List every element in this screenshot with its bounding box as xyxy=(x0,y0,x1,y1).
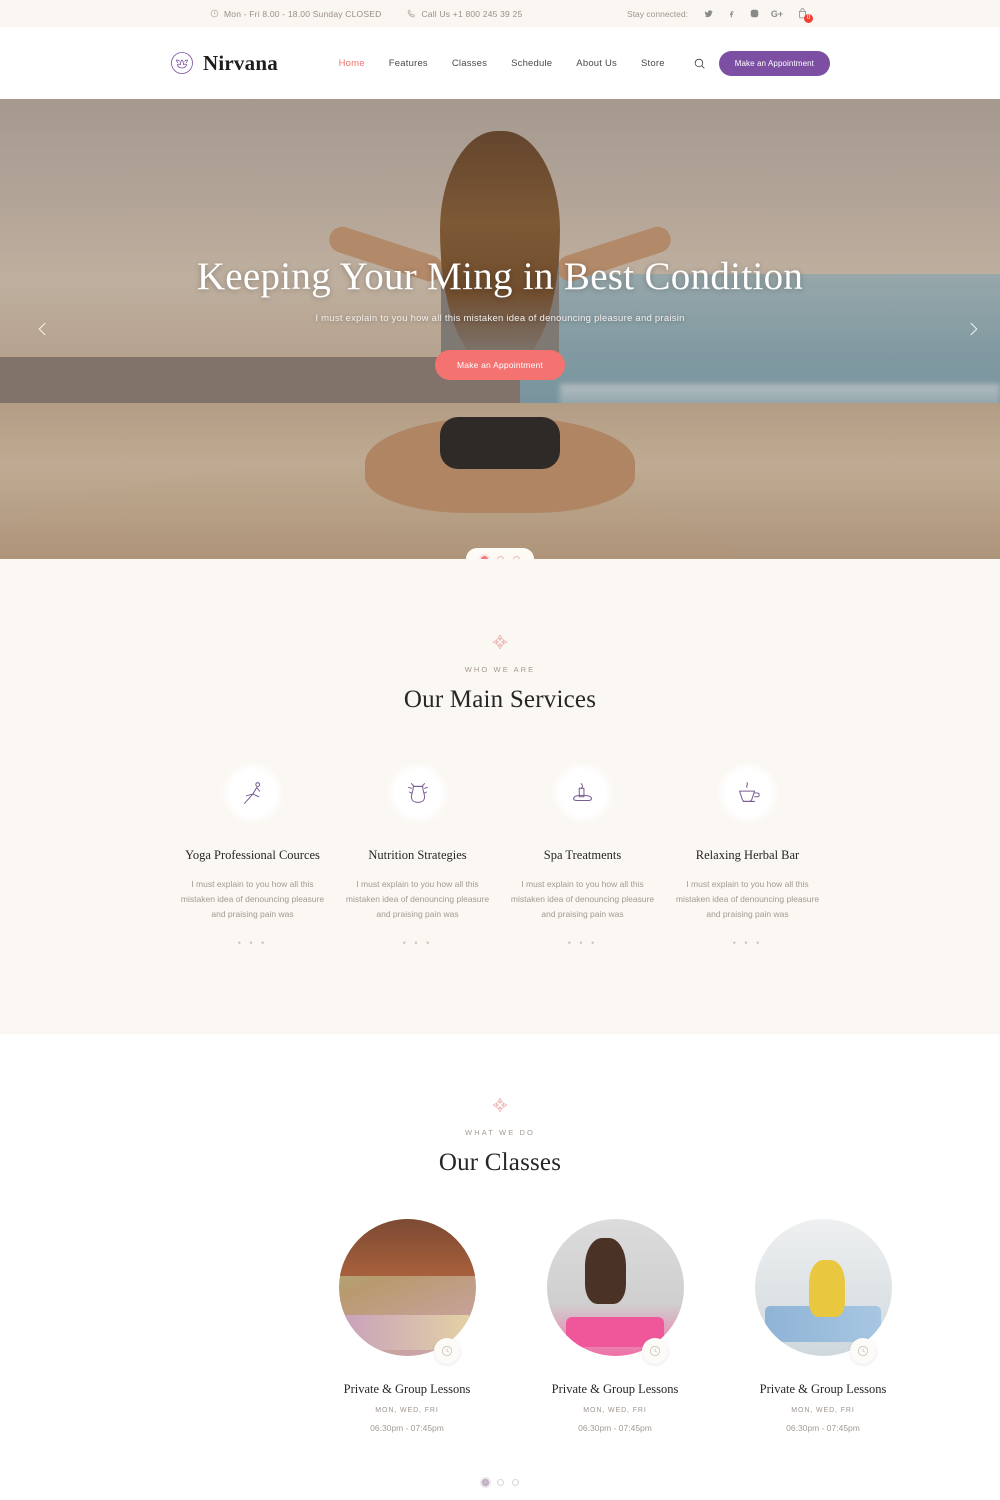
hero-title: Keeping Your Ming in Best Condition xyxy=(196,255,804,298)
service-card-herbal-bar[interactable]: Relaxing Herbal Bar I must explain to yo… xyxy=(665,762,830,948)
contact-phone[interactable]: Call Us +1 800 245 39 25 xyxy=(407,9,522,19)
hero-make-appointment-button[interactable]: Make an Appointment xyxy=(434,350,566,380)
service-title: Spa Treatments xyxy=(543,848,622,862)
class-card[interactable]: Private & Group Lessons MON, WED, FRI 06… xyxy=(303,1218,511,1433)
chevron-left-icon[interactable] xyxy=(28,314,58,344)
clock-icon xyxy=(210,9,219,18)
service-card-spa[interactable]: Spa Treatments I must explain to you how… xyxy=(500,762,665,948)
top-bar: Mon - Fri 8.00 - 18.00 Sunday CLOSED Cal… xyxy=(0,0,1000,27)
service-title: Nutrition Strategies xyxy=(368,848,467,862)
class-title: Private & Group Lessons xyxy=(551,1381,679,1396)
chevron-right-icon[interactable] xyxy=(958,314,988,344)
stay-connected-label: Stay connected: xyxy=(627,8,688,19)
services-title: Our Main Services xyxy=(403,686,597,713)
tea-cup-icon xyxy=(716,762,779,824)
classes-dot-2[interactable] xyxy=(496,1478,504,1486)
flower-ornament-icon xyxy=(491,1096,509,1114)
class-time: 06:30pm - 07:45pm xyxy=(578,1422,652,1433)
top-bar-left: Mon - Fri 8.00 - 18.00 Sunday CLOSED Cal… xyxy=(210,9,522,19)
class-image xyxy=(754,1218,892,1356)
nav-item-features[interactable]: Features xyxy=(377,58,440,69)
twitter-icon[interactable] xyxy=(702,8,714,20)
nav-item-home[interactable]: Home xyxy=(327,58,377,69)
clock-badge-icon xyxy=(641,1337,668,1364)
class-time: 06:30pm - 07:45pm xyxy=(786,1422,860,1433)
nutrition-body-icon xyxy=(386,762,449,824)
nav-item-schedule[interactable]: Schedule xyxy=(499,58,564,69)
services-section: WHO WE ARE Our Main Services Yoga Profes… xyxy=(0,559,1000,1034)
class-days: MON, WED, FRI xyxy=(375,1406,439,1414)
service-divider-dots: • • • xyxy=(402,937,433,948)
classes-dot-3[interactable] xyxy=(511,1478,519,1486)
hero-dot-1[interactable] xyxy=(480,555,488,559)
service-text: I must explain to you how all this mista… xyxy=(345,879,490,919)
spa-candle-icon xyxy=(551,762,614,824)
contact-phone-text: Call Us +1 800 245 39 25 xyxy=(421,8,523,19)
main-nav: Home Features Classes Schedule About Us … xyxy=(327,50,830,76)
hero-slider: Keeping Your Ming in Best Condition I mu… xyxy=(0,99,1000,559)
hero-dot-3[interactable] xyxy=(512,555,520,559)
service-card-yoga[interactable]: Yoga Professional Cources I must explain… xyxy=(170,762,335,948)
service-title: Relaxing Herbal Bar xyxy=(695,848,800,862)
cart-icon[interactable]: 0 xyxy=(794,6,813,23)
service-card-nutrition[interactable]: Nutrition Strategies I must explain to y… xyxy=(335,762,500,948)
class-card[interactable]: Private & Group Lessons MON, WED, FRI 06… xyxy=(511,1218,719,1433)
clock-badge-icon xyxy=(433,1337,460,1364)
opening-hours-text: Mon - Fri 8.00 - 18.00 Sunday CLOSED xyxy=(224,8,382,19)
service-text: I must explain to you how all this mista… xyxy=(675,879,820,919)
phone-icon xyxy=(407,9,416,18)
classes-slider-dots xyxy=(0,1478,1000,1486)
make-appointment-button[interactable]: Make an Appointment xyxy=(718,50,830,76)
site-header: Nirvana Home Features Classes Schedule A… xyxy=(0,27,1000,99)
cart-count-badge: 0 xyxy=(804,13,813,23)
logo[interactable]: Nirvana xyxy=(170,51,278,76)
service-divider-dots: • • • xyxy=(237,937,268,948)
classes-eyebrow: WHAT WE DO xyxy=(465,1127,535,1137)
classes-header: WHAT WE DO Our Classes xyxy=(0,1096,1000,1177)
services-list: Yoga Professional Cources I must explain… xyxy=(0,762,1000,948)
facebook-icon[interactable] xyxy=(725,8,737,20)
service-title: Yoga Professional Cources xyxy=(185,848,320,862)
instagram-icon[interactable] xyxy=(748,8,760,20)
yoga-pose-icon xyxy=(221,762,284,824)
class-title: Private & Group Lessons xyxy=(759,1381,887,1396)
service-text: I must explain to you how all this mista… xyxy=(180,879,325,919)
class-time: 06:30pm - 07:45pm xyxy=(370,1422,444,1433)
service-divider-dots: • • • xyxy=(732,937,763,948)
class-card[interactable]: Private & Group Lessons MON, WED, FRI 06… xyxy=(719,1218,927,1433)
classes-dot-1[interactable] xyxy=(481,1478,489,1486)
class-days: MON, WED, FRI xyxy=(791,1406,855,1414)
class-days: MON, WED, FRI xyxy=(583,1406,647,1414)
hero-dot-2[interactable] xyxy=(496,555,504,559)
top-bar-right: Stay connected: G+ 0 xyxy=(627,6,813,23)
classes-carousel: Private & Group Lessons MON, WED, FRI 06… xyxy=(0,1218,1000,1433)
class-title: Private & Group Lessons xyxy=(343,1381,471,1396)
class-image xyxy=(546,1218,684,1356)
nav-item-store[interactable]: Store xyxy=(629,58,677,69)
nav-item-about-us[interactable]: About Us xyxy=(564,58,629,69)
flower-ornament-icon xyxy=(491,633,509,651)
hero-slider-dots xyxy=(466,548,534,559)
brand-name: Nirvana xyxy=(203,50,278,75)
search-icon[interactable] xyxy=(689,52,711,74)
clock-badge-icon xyxy=(849,1337,876,1364)
hero-content: Keeping Your Ming in Best Condition I mu… xyxy=(0,99,1000,559)
services-header: WHO WE ARE Our Main Services xyxy=(0,633,1000,714)
services-eyebrow: WHO WE ARE xyxy=(464,665,536,674)
nav-item-classes[interactable]: Classes xyxy=(440,58,499,69)
google-plus-icon[interactable]: G+ xyxy=(771,8,783,20)
class-image xyxy=(338,1218,476,1356)
hero-subtitle: I must explain to you how all this mista… xyxy=(315,313,685,324)
service-text: I must explain to you how all this mista… xyxy=(510,879,655,919)
opening-hours: Mon - Fri 8.00 - 18.00 Sunday CLOSED xyxy=(210,9,381,19)
classes-title: Our Classes xyxy=(438,1148,562,1176)
classes-section: WHAT WE DO Our Classes Private & Group L… xyxy=(0,1033,1000,1500)
service-divider-dots: • • • xyxy=(567,937,598,948)
lotus-logo-icon xyxy=(170,51,194,75)
